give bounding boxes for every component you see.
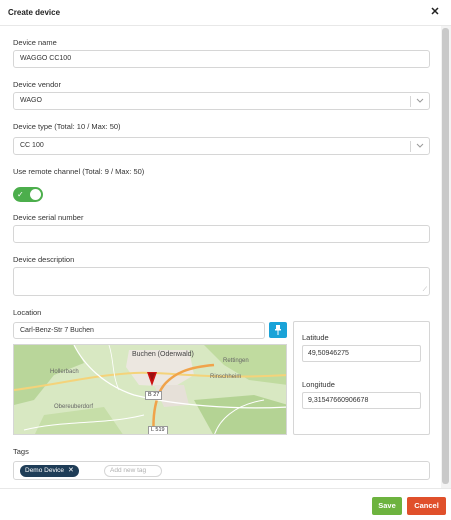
- check-icon: ✓: [17, 190, 24, 199]
- chevron-down-icon[interactable]: [415, 138, 424, 154]
- select-separator: [410, 96, 411, 107]
- map-label-town: Buchen (Odenwald): [132, 351, 194, 358]
- description-label: Device description: [13, 255, 75, 264]
- device-name-input[interactable]: WAGGO CC100: [13, 50, 430, 68]
- latitude-input[interactable]: 49,50946275: [302, 345, 421, 362]
- dialog-title: Create device: [8, 8, 61, 17]
- pin-icon: [275, 325, 281, 335]
- longitude-label: Longitude: [302, 380, 335, 389]
- chevron-down-icon[interactable]: [415, 93, 424, 109]
- cancel-button[interactable]: Cancel: [407, 497, 446, 515]
- longitude-input[interactable]: 9,31547660906678: [302, 392, 421, 409]
- remote-channel-label: Use remote channel (Total: 9 / Max: 50): [13, 167, 145, 176]
- add-tag-input[interactable]: Add new tag: [104, 465, 162, 477]
- map-marker-icon[interactable]: [147, 372, 157, 386]
- tags-input-box[interactable]: Demo Device ✕ Add new tag: [13, 461, 430, 480]
- serial-number-input[interactable]: [13, 225, 430, 243]
- location-label: Location: [13, 308, 42, 317]
- close-icon[interactable]: ✕: [429, 5, 441, 19]
- map-label-village: Rettingen: [223, 358, 249, 364]
- coordinates-panel: Latitude 49,50946275 Longitude 9,3154766…: [293, 321, 430, 435]
- device-vendor-label: Device vendor: [13, 80, 61, 89]
- resize-handle-icon[interactable]: ⟋: [423, 287, 427, 294]
- location-map[interactable]: Buchen (Odenwald) Hollerbach Rinschheim …: [13, 344, 287, 435]
- device-vendor-select[interactable]: WAGO: [13, 92, 430, 110]
- scrollbar[interactable]: [442, 28, 449, 484]
- tag-chip-label: Demo Device: [25, 467, 65, 474]
- map-road-shield: B 27: [145, 391, 163, 400]
- latitude-label: Latitude: [302, 333, 329, 342]
- description-textarea[interactable]: ⟋: [13, 267, 430, 296]
- remove-tag-icon[interactable]: ✕: [68, 467, 74, 474]
- map-label-village: Rinschheim: [210, 374, 242, 380]
- save-button[interactable]: Save: [372, 497, 402, 515]
- location-input[interactable]: Carl-Benz-Str 7 Buchen: [13, 322, 265, 339]
- dialog-header: Create device ✕: [0, 0, 451, 26]
- serial-number-label: Device serial number: [13, 213, 84, 222]
- device-type-select[interactable]: CC 100: [13, 137, 430, 155]
- map-road-shield: L 519: [148, 426, 168, 434]
- pin-button[interactable]: [269, 322, 287, 338]
- select-separator: [410, 141, 411, 152]
- device-vendor-value: WAGO: [20, 97, 42, 104]
- tag-chip[interactable]: Demo Device ✕: [20, 465, 79, 477]
- device-name-label: Device name: [13, 38, 57, 47]
- create-device-dialog: Create device ✕ Device name WAGGO CC100 …: [0, 0, 451, 520]
- remote-channel-toggle[interactable]: ✓: [13, 187, 43, 202]
- map-label-village: Obereuberdorf: [54, 404, 94, 410]
- toggle-knob: [30, 189, 41, 200]
- device-type-label: Device type (Total: 10 / Max: 50): [13, 122, 121, 131]
- device-type-value: CC 100: [20, 142, 44, 149]
- map-label-village: Hollerbach: [50, 369, 79, 375]
- tags-label: Tags: [13, 447, 29, 456]
